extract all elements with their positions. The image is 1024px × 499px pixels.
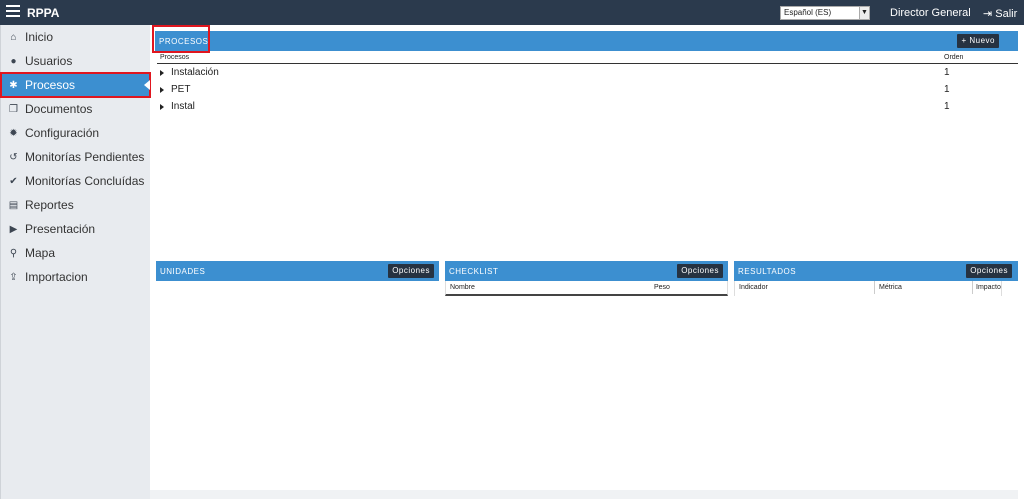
column-metrica: Métrica xyxy=(879,284,902,291)
sidebar-item-documentos[interactable]: ❐ Documentos xyxy=(1,97,150,121)
sidebar-item-label: Presentación xyxy=(25,222,96,236)
sidebar-item-label: Inicio xyxy=(25,30,54,44)
process-order: 1 xyxy=(944,101,950,112)
expand-caret-icon[interactable] xyxy=(160,70,164,76)
sidebar-item-label: Documentos xyxy=(25,102,93,116)
procesos-header: PROCESOS + Nuevo xyxy=(155,31,1018,51)
chevron-down-icon[interactable]: ▼ xyxy=(859,7,869,19)
process-order: 1 xyxy=(944,67,950,78)
sidebar-item-label: Usuarios xyxy=(25,54,73,68)
sidebar-item-reportes[interactable]: ▤ Reportes xyxy=(1,193,150,217)
play-icon: ▶ xyxy=(9,223,18,235)
sidebar-item-monitorias-concluidas[interactable]: ✔ Monitorías Concluídas xyxy=(1,169,150,193)
column-impacto: Impacto xyxy=(976,284,1001,291)
sidebar-item-label: Monitorías Concluídas xyxy=(25,174,145,188)
gear-icon: ✹ xyxy=(9,127,18,139)
checklist-title: CHECKLIST xyxy=(449,266,499,276)
sidebar: ⌂ Inicio ● Usuarios ✱ Procesos ❐ Documentos … xyxy=(0,25,151,499)
user-name[interactable]: Director General xyxy=(890,7,971,19)
resultados-options-button[interactable]: Opciones xyxy=(966,264,1012,278)
sidebar-item-monitorias-pendientes[interactable]: ↺ Monitorías Pendientes xyxy=(1,145,150,169)
check-circle-icon: ✔ xyxy=(9,175,18,187)
sidebar-item-inicio[interactable]: ⌂ Inicio xyxy=(1,25,150,49)
title-highlight-box xyxy=(152,25,210,53)
unidades-options-button[interactable]: Opciones xyxy=(388,264,434,278)
unidades-header: UNIDADES Opciones xyxy=(156,261,439,281)
sidebar-item-importacion[interactable]: ⇪ Importacion xyxy=(1,265,150,289)
new-process-button[interactable]: + Nuevo xyxy=(957,34,999,48)
upload-icon: ⇪ xyxy=(9,271,18,283)
column-divider xyxy=(874,281,875,294)
sidebar-item-label: Reportes xyxy=(25,198,74,212)
checklist-table-header: Nombre Peso xyxy=(445,281,728,296)
resultados-header: RESULTADOS Opciones xyxy=(734,261,1018,281)
expand-caret-icon[interactable] xyxy=(160,87,164,93)
resultados-table-header: Indicador Métrica Impacto xyxy=(734,281,1002,296)
table-row[interactable]: Instalación 1 xyxy=(157,65,1018,82)
process-name: Instal xyxy=(171,101,195,112)
top-bar: RPPA Español (ES) ▼ Director General ⇥ S… xyxy=(0,0,1024,25)
language-value: Español (ES) xyxy=(784,8,832,17)
sidebar-item-label: Importacion xyxy=(25,270,88,284)
home-icon: ⌂ xyxy=(10,31,17,43)
column-nombre: Nombre xyxy=(450,284,475,291)
documents-icon: ❐ xyxy=(9,103,18,115)
process-order: 1 xyxy=(944,84,950,95)
history-icon: ↺ xyxy=(9,151,18,163)
sidebar-item-presentacion[interactable]: ▶ Presentación xyxy=(1,217,150,241)
sidebar-item-label: Procesos xyxy=(25,78,76,92)
logout-button[interactable]: ⇥ Salir xyxy=(983,7,1017,20)
gears-icon: ✱ xyxy=(9,79,18,91)
procesos-table-header: Procesos Orden xyxy=(157,53,1018,64)
column-procesos: Procesos xyxy=(160,54,190,61)
table-row[interactable]: Instal 1 xyxy=(157,99,1018,116)
expand-caret-icon[interactable] xyxy=(160,104,164,110)
resultados-title: RESULTADOS xyxy=(738,266,797,276)
unidades-title: UNIDADES xyxy=(160,266,206,276)
content-footer-strip xyxy=(150,490,1018,499)
logout-label: Salir xyxy=(995,8,1018,20)
column-peso: Peso xyxy=(654,284,670,291)
checklist-options-button[interactable]: Opciones xyxy=(677,264,723,278)
process-name: PET xyxy=(171,84,191,95)
sidebar-item-label: Configuración xyxy=(25,126,100,140)
sidebar-item-procesos[interactable]: ✱ Procesos xyxy=(0,72,151,98)
sidebar-item-label: Monitorías Pendientes xyxy=(25,150,145,164)
process-name: Instalación xyxy=(171,67,219,78)
checklist-header: CHECKLIST Opciones xyxy=(445,261,728,281)
column-orden: Orden xyxy=(944,54,964,61)
sidebar-item-configuracion[interactable]: ✹ Configuración xyxy=(1,121,150,145)
file-icon: ▤ xyxy=(8,199,19,211)
sidebar-item-label: Mapa xyxy=(25,246,56,260)
hamburger-icon[interactable] xyxy=(6,5,20,19)
column-divider xyxy=(972,281,973,294)
table-row[interactable]: PET 1 xyxy=(157,82,1018,99)
sidebar-item-usuarios[interactable]: ● Usuarios xyxy=(1,49,150,73)
sidebar-item-mapa[interactable]: ⚲ Mapa xyxy=(1,241,150,265)
map-marker-icon: ⚲ xyxy=(9,247,18,259)
app-title: RPPA xyxy=(27,6,60,20)
sign-out-icon: ⇥ xyxy=(983,8,993,20)
language-select[interactable]: Español (ES) ▼ xyxy=(780,6,870,20)
user-icon: ● xyxy=(10,55,17,67)
column-indicador: Indicador xyxy=(739,284,768,291)
